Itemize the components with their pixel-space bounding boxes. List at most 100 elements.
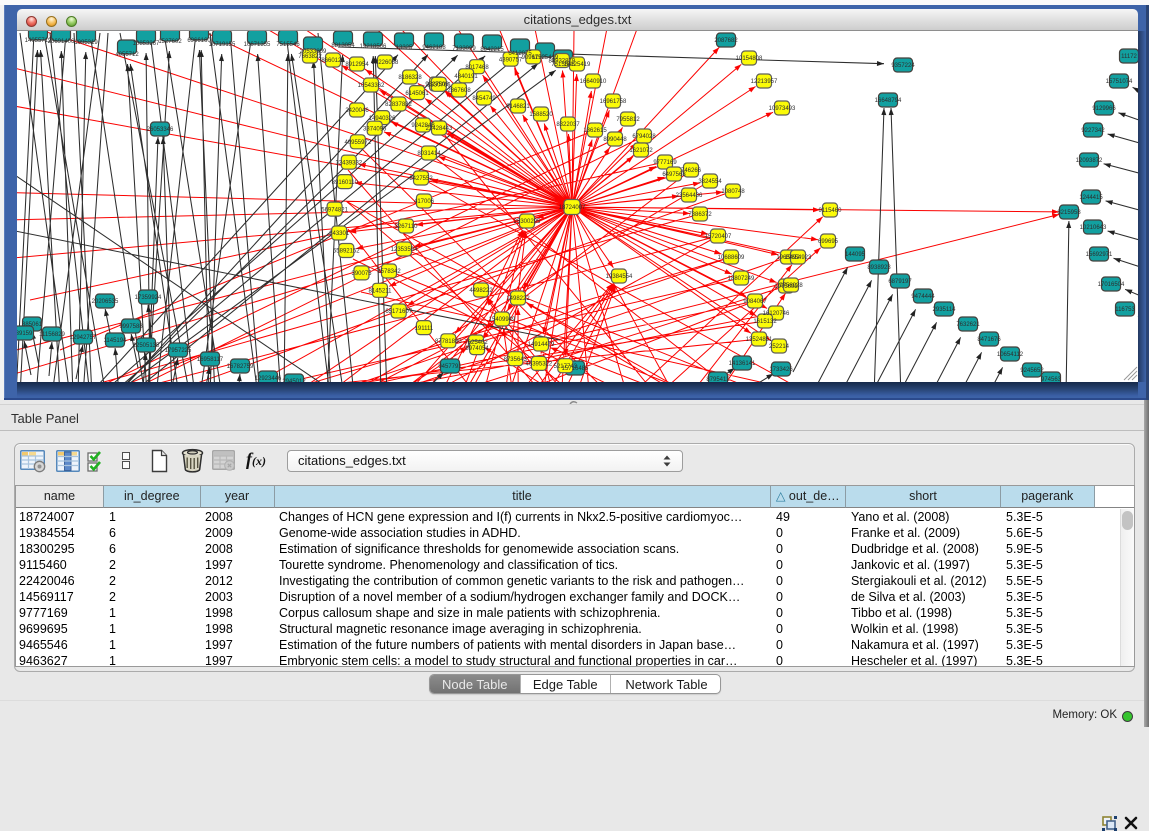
svg-text:3824554: 3824554 [698,179,722,185]
svg-text:88932879: 88932879 [548,59,575,65]
svg-text:7515546: 7515546 [276,42,300,48]
svg-text:9777169: 9777169 [653,160,677,166]
svg-text:11156829: 11156829 [39,332,65,338]
svg-text:699695: 699695 [818,239,839,245]
svg-text:974563: 974563 [1041,377,1062,382]
svg-text:17957225: 17957225 [165,348,192,354]
svg-text:116753: 116753 [1115,307,1135,313]
svg-text:8031414: 8031414 [417,151,441,157]
svg-text:9474444: 9474444 [911,294,935,300]
svg-text:10688609: 10688609 [718,255,745,261]
svg-text:20691406: 20691406 [48,39,75,45]
svg-text:8186328: 8186328 [398,75,422,81]
svg-text:10973493: 10973493 [769,106,796,112]
svg-text:1588520: 1588520 [529,112,553,118]
svg-text:252214: 252214 [769,344,790,350]
svg-text:1527602: 1527602 [158,39,182,45]
svg-text:4055712: 4055712 [115,52,139,58]
svg-text:12505135: 12505135 [133,343,160,349]
svg-text:417006: 417006 [414,199,435,205]
svg-text:10853267: 10853267 [133,41,160,47]
svg-text:243301: 243301 [329,231,350,237]
svg-text:8215958: 8215958 [1057,210,1081,216]
svg-text:1330766: 1330766 [427,83,451,89]
svg-text:26053346: 26053346 [147,127,174,133]
svg-text:6145061: 6145061 [405,91,429,97]
svg-text:89160110: 89160110 [332,180,359,186]
svg-text:8912954: 8912954 [345,62,369,68]
svg-text:5217743: 5217743 [554,364,578,370]
svg-text:16958117: 16958117 [197,357,224,363]
svg-text:1244415: 1244415 [1079,195,1103,201]
svg-text:4840191: 4840191 [454,74,478,80]
svg-text:1080748: 1080748 [721,189,745,195]
svg-text:23564436: 23564436 [676,193,703,199]
svg-text:7632621: 7632621 [956,322,980,328]
svg-text:10671355: 10671355 [244,42,271,48]
svg-text:10543362: 10543362 [358,83,385,89]
svg-text:56974821: 56974821 [321,207,348,213]
svg-text:10719155: 10719155 [209,42,236,48]
svg-text:9129966: 9129966 [1092,106,1116,112]
svg-text:23226058: 23226058 [372,60,399,66]
svg-text:3578342: 3578342 [377,269,401,275]
svg-text:7386372: 7386372 [688,212,712,218]
svg-text:2420046: 2420046 [345,108,369,114]
svg-text:19218506: 19218506 [360,44,387,50]
svg-text:1498222: 1498222 [506,296,530,302]
svg-text:8938923: 8938923 [867,265,891,271]
svg-text:390075: 390075 [351,271,372,277]
svg-text:2867608: 2867608 [447,88,471,94]
svg-text:6879197: 6879197 [888,279,912,285]
svg-text:8990448: 8990448 [603,137,627,143]
svg-text:191111: 191111 [415,326,434,332]
svg-text:82837832: 82837832 [385,102,412,108]
svg-text:19654923: 19654923 [785,255,812,261]
svg-text:15720407: 15720407 [705,234,732,240]
svg-text:10654112: 10654112 [997,352,1024,358]
svg-text:12923446: 12923446 [255,376,282,382]
svg-text:1095319: 1095319 [74,40,98,46]
svg-text:32439332: 32439332 [335,160,362,166]
svg-text:4498222: 4498222 [469,288,493,294]
svg-text:1621072: 1621072 [629,148,653,154]
svg-text:8471676: 8471676 [977,337,1001,343]
svg-text:10210643: 10210643 [1080,225,1107,231]
svg-text:4390757: 4390757 [499,57,523,63]
svg-text:9457791: 9457791 [438,364,462,370]
svg-text:15692971: 15692971 [1086,252,1113,258]
svg-text:8454749: 8454749 [472,96,496,102]
svg-text:9242848: 9242848 [411,123,435,129]
svg-text:65171607: 65171607 [385,309,412,315]
svg-text:1362615: 1362615 [583,128,607,134]
svg-text:9227342: 9227342 [1081,128,1105,134]
svg-text:16640910: 16640910 [580,79,607,85]
svg-text:8660124: 8660124 [321,58,345,64]
svg-text:15409949: 15409949 [489,317,516,323]
svg-text:8322037: 8322037 [556,122,580,128]
svg-text:9096792: 9096792 [522,55,546,61]
svg-text:18807249: 18807249 [728,276,755,282]
svg-text:46395322: 46395322 [526,362,553,368]
svg-text:39159: 39159 [17,331,33,337]
svg-text:18724007: 18724007 [559,205,586,211]
svg-text:3374095: 3374095 [363,126,387,132]
svg-text:8427552: 8427552 [409,176,433,182]
svg-text:14940326: 14940326 [369,116,396,122]
svg-text:144095: 144095 [845,252,866,258]
svg-text:25300295: 25300295 [514,219,541,225]
svg-text:9084067: 9084067 [743,299,767,305]
svg-text:1733426: 1733426 [769,367,793,373]
svg-text:14914479: 14914479 [528,342,555,348]
svg-text:9997588: 9997588 [119,324,143,330]
svg-text:10154808: 10154808 [736,56,763,62]
svg-text:9756928: 9756928 [779,283,803,289]
svg-text:16648794: 16648794 [875,98,902,104]
svg-text:16961758: 16961758 [600,99,627,105]
svg-text:8017468: 8017468 [465,65,489,71]
svg-text:7955812: 7955812 [616,117,640,123]
svg-text:1615132: 1615132 [753,319,777,325]
svg-text:1145194: 1145194 [104,338,128,344]
svg-text:8042215: 8042215 [480,47,504,53]
svg-text:16782759: 16782759 [227,364,254,370]
